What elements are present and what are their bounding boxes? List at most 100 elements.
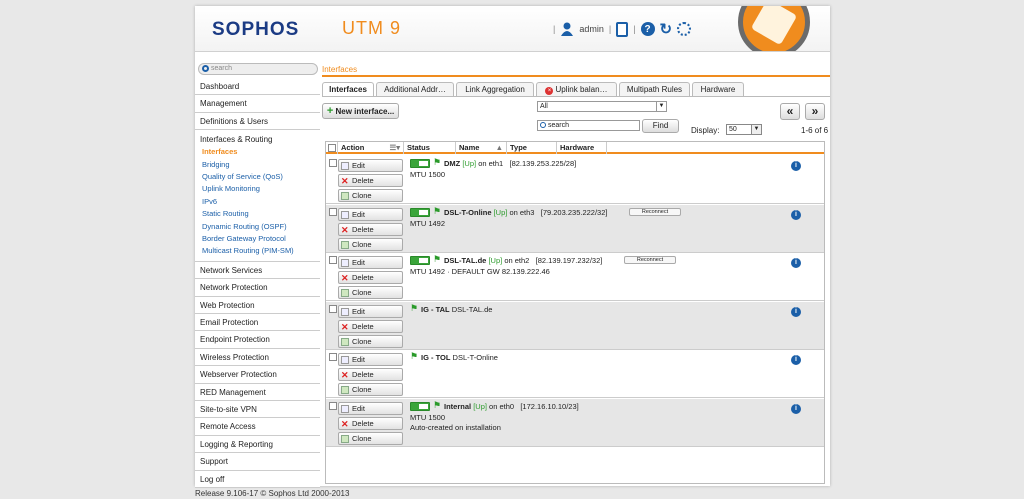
sidebar-item-remote-access[interactable]: Remote Access xyxy=(195,418,320,436)
sidebar-item-red-management[interactable]: RED Management xyxy=(195,383,320,401)
tab-multipath-rules[interactable]: Multipath Rules xyxy=(619,82,690,96)
clone-button[interactable]: Clone xyxy=(338,383,403,396)
sidebar-item-endpoint-protection[interactable]: Endpoint Protection xyxy=(195,331,320,349)
user-icon[interactable] xyxy=(560,22,574,36)
tab-link-aggregation[interactable]: Link Aggregation xyxy=(456,82,534,96)
info-icon[interactable]: i xyxy=(791,161,801,171)
sidebar-item-definitions[interactable]: Definitions & Users xyxy=(195,112,320,131)
sidebar-item-site-to-site-vpn[interactable]: Site-to-site VPN xyxy=(195,400,320,419)
sidebar-sub-interfaces[interactable]: Interfaces xyxy=(200,146,320,158)
delete-button[interactable]: ✕ Delete xyxy=(338,320,403,333)
info-icon[interactable]: i xyxy=(791,404,801,414)
interface-state: [Up] xyxy=(473,402,487,411)
edit-button[interactable]: Edit xyxy=(338,402,403,415)
info-icon[interactable]: i xyxy=(791,355,801,365)
sidebar-sub-static-routing[interactable]: Static Routing xyxy=(200,208,320,220)
sidebar-search-input[interactable]: search xyxy=(198,63,318,75)
sidebar-item-log-off[interactable]: Log off xyxy=(195,470,320,488)
sidebar-sub-multicast[interactable]: Multicast Routing (PIM-SM) xyxy=(200,245,320,257)
clone-button[interactable]: Clone xyxy=(338,335,403,348)
edit-icon xyxy=(341,308,349,317)
status-toggle[interactable] xyxy=(410,402,430,411)
sidebar-item-support[interactable]: Support xyxy=(195,453,320,471)
filter-search-input[interactable]: search xyxy=(537,120,640,131)
sidebar-item-network-protection[interactable]: Network Protection xyxy=(195,279,320,297)
delete-label: Delete xyxy=(352,176,374,185)
column-type[interactable]: Type xyxy=(507,142,557,154)
sidebar-item-email-protection[interactable]: Email Protection xyxy=(195,314,320,332)
sidebar-item-web-protection[interactable]: Web Protection xyxy=(195,296,320,314)
sidebar-sub-ospf[interactable]: Dynamic Routing (OSPF) xyxy=(200,221,320,233)
sidebar-item-management[interactable]: Management xyxy=(195,95,320,113)
info-icon[interactable]: i xyxy=(791,258,801,268)
row-checkbox[interactable] xyxy=(329,402,337,410)
sidebar-sub-bgp[interactable]: Border Gateway Protocol xyxy=(200,233,320,245)
row-checkbox[interactable] xyxy=(329,256,337,264)
next-page-button[interactable]: » xyxy=(805,103,825,120)
help-icon[interactable]: ? xyxy=(640,22,655,36)
sidebar-sub-bridging[interactable]: Bridging xyxy=(200,159,320,171)
delete-button[interactable]: ✕ Delete xyxy=(338,417,403,430)
column-hardware[interactable]: Hardware xyxy=(557,142,607,154)
sidebar-item-webserver-protection[interactable]: Webserver Protection xyxy=(195,366,320,384)
delete-icon: ✕ xyxy=(341,273,349,284)
column-menu-icon[interactable]: ☰▾ xyxy=(390,142,401,154)
error-icon: × xyxy=(545,87,554,95)
clone-label: Clone xyxy=(352,240,372,249)
display-count-select[interactable]: 50 ▼ xyxy=(726,124,762,135)
delete-button[interactable]: ✕ Delete xyxy=(338,368,403,381)
row-checkbox[interactable] xyxy=(329,159,337,167)
info-icon[interactable]: i xyxy=(791,210,801,220)
filter-value: All xyxy=(540,103,548,110)
clone-button[interactable]: Clone xyxy=(338,432,403,445)
sidebar-item-logging-reporting[interactable]: Logging & Reporting xyxy=(195,435,320,454)
delete-button[interactable]: ✕ Delete xyxy=(338,223,403,236)
interface-flag-icon: ⚑ xyxy=(433,254,442,264)
delete-icon: ✕ xyxy=(341,370,349,381)
info-icon[interactable]: i xyxy=(791,307,801,317)
sidebar-item-dashboard[interactable]: Dashboard xyxy=(195,78,320,96)
row-checkbox[interactable] xyxy=(329,305,337,313)
status-toggle[interactable] xyxy=(410,208,430,217)
status-toggle[interactable] xyxy=(410,159,430,168)
header: SOPHOS UTM 9 | admin | | ? ↻ xyxy=(195,6,830,52)
edit-button[interactable]: Edit xyxy=(338,208,403,221)
tab-uplink-balancing[interactable]: × Uplink balan… xyxy=(536,82,617,96)
new-interface-button[interactable]: + New interface... xyxy=(322,103,399,119)
reconnect-button[interactable]: Reconnect xyxy=(624,256,676,264)
sidebar-sub-ipv6[interactable]: IPv6 xyxy=(200,196,320,208)
reload-icon[interactable]: ↻ xyxy=(660,20,673,38)
delete-button[interactable]: ✕ Delete xyxy=(338,271,403,284)
clone-button[interactable]: Clone xyxy=(338,286,403,299)
edit-button[interactable]: Edit xyxy=(338,256,403,269)
sidebar-sub-uplink-monitoring[interactable]: Uplink Monitoring xyxy=(200,183,320,195)
row-checkbox[interactable] xyxy=(329,208,337,216)
sidebar-item-interfaces-routing[interactable]: Interfaces & Routing xyxy=(200,133,320,146)
filter-select[interactable]: All ▼ xyxy=(537,101,667,112)
reconnect-button[interactable]: Reconnect xyxy=(629,208,681,216)
status-toggle[interactable] xyxy=(410,256,430,265)
username-link[interactable]: admin xyxy=(579,24,604,34)
row-checkbox[interactable] xyxy=(329,353,337,361)
tab-hardware[interactable]: Hardware xyxy=(692,82,744,96)
edit-button[interactable]: Edit xyxy=(338,159,403,172)
tab-interfaces[interactable]: Interfaces xyxy=(322,82,374,96)
edit-button[interactable]: Edit xyxy=(338,353,403,366)
table-row: Edit ✕ Delete Clone ⚑ DSL-T-Online [Up] on et… xyxy=(326,205,824,253)
display-count-value: 50 xyxy=(729,126,737,133)
prev-page-button[interactable]: « xyxy=(780,103,800,120)
tab-additional-addresses[interactable]: Additional Addr… xyxy=(376,82,454,96)
edit-button[interactable]: Edit xyxy=(338,305,403,318)
select-all-checkbox[interactable] xyxy=(326,142,338,154)
find-button[interactable]: Find xyxy=(642,119,679,133)
sidebar-item-wireless-protection[interactable]: Wireless Protection xyxy=(195,348,320,367)
clipboard-icon[interactable] xyxy=(616,21,629,37)
column-name[interactable]: Name ▲ xyxy=(456,142,507,154)
column-action[interactable]: Action ☰▾ xyxy=(338,142,404,154)
clone-button[interactable]: Clone xyxy=(338,238,403,251)
sidebar-item-network-services[interactable]: Network Services xyxy=(195,261,320,280)
column-status[interactable]: Status xyxy=(404,142,456,154)
sidebar-sub-qos[interactable]: Quality of Service (QoS) xyxy=(200,171,320,183)
delete-button[interactable]: ✕ Delete xyxy=(338,174,403,187)
clone-button[interactable]: Clone xyxy=(338,189,403,202)
